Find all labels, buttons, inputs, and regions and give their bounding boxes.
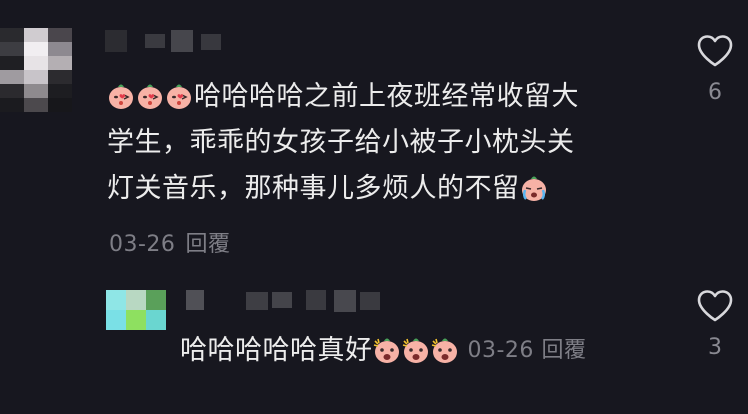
- like-button[interactable]: 3: [685, 289, 745, 360]
- comment-date: 03-26: [109, 232, 176, 257]
- reply-text-body: 哈哈哈哈哈真好: [180, 335, 373, 366]
- crying-emoji: [520, 174, 548, 202]
- reply-button[interactable]: 回覆: [541, 338, 586, 363]
- reply-button[interactable]: 回覆: [185, 232, 230, 257]
- comment-meta: 03-26 回覆: [109, 226, 240, 258]
- blowing-kiss-emoji: [107, 82, 135, 110]
- username[interactable]: [186, 290, 386, 316]
- username[interactable]: [105, 30, 245, 56]
- blowing-kiss-emoji: [136, 82, 164, 110]
- comment-text-line-3: 灯关音乐，那种事儿多烦人的不留: [107, 173, 520, 204]
- like-button[interactable]: 6: [685, 34, 745, 105]
- excited-emoji: [402, 336, 430, 364]
- excited-emoji: [373, 336, 401, 364]
- comment-text: 哈哈哈哈之前上夜班经常收留大 学生，乖乖的女孩子给小被子小枕头关 灯关音乐，那种…: [107, 74, 667, 212]
- like-count: 6: [708, 80, 722, 105]
- blowing-kiss-emoji: [165, 82, 193, 110]
- comment-text-line-2: 学生，乖乖的女孩子给小被子小枕头关: [107, 127, 575, 158]
- like-count: 3: [708, 335, 722, 360]
- comment-text-line-1: 哈哈哈哈之前上夜班经常收留大: [194, 81, 579, 112]
- reply-text: 哈哈哈哈哈真好 03-26 回覆: [180, 328, 680, 374]
- heart-outline-icon[interactable]: [685, 34, 745, 68]
- reply-meta: 03-26 回覆: [468, 338, 587, 363]
- avatar[interactable]: [106, 290, 166, 330]
- reply-date: 03-26: [467, 338, 534, 363]
- avatar[interactable]: [0, 28, 72, 112]
- heart-outline-icon[interactable]: [685, 289, 745, 323]
- excited-emoji: [431, 336, 459, 364]
